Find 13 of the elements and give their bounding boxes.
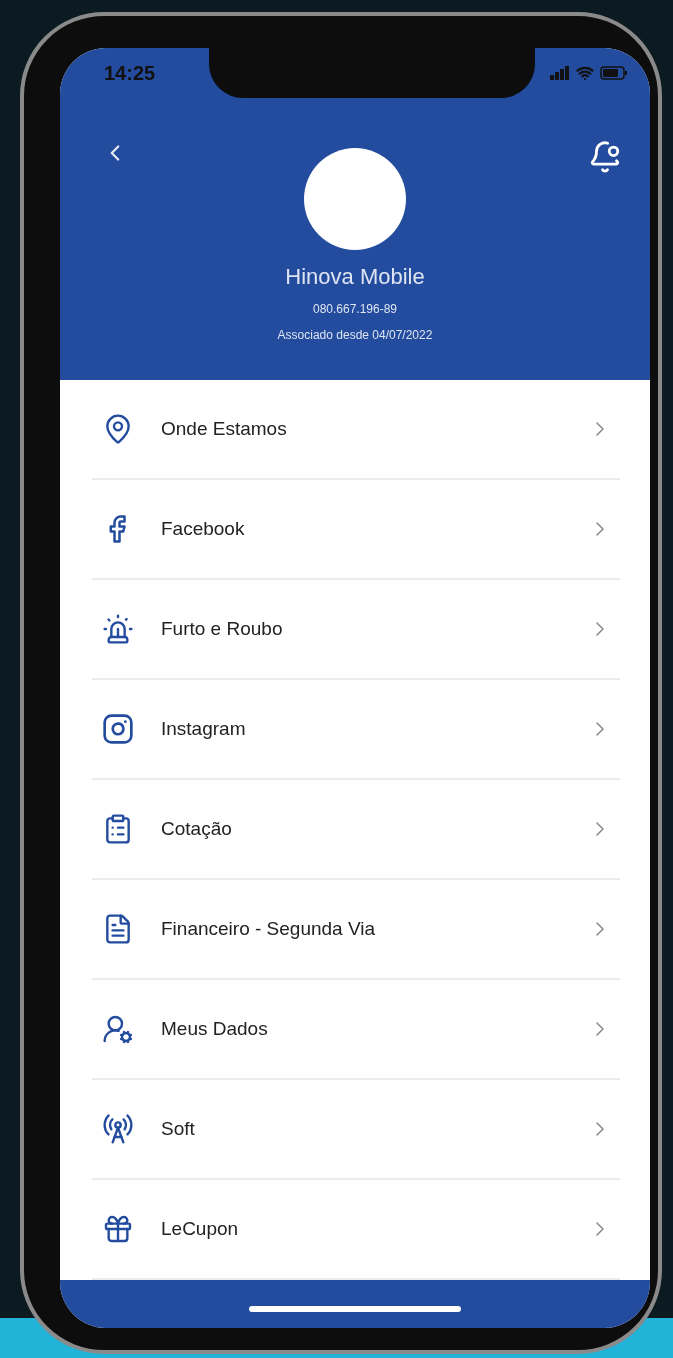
status-time: 14:25 [104,61,157,85]
battery-icon [600,66,628,80]
antenna-icon [102,1113,134,1145]
wifi-icon [576,64,594,82]
user-document: 080.667.196-89 [311,302,399,316]
user-settings-icon [102,1013,134,1045]
member-since: Associado desde 04/07/2022 [276,328,434,342]
instagram-icon [102,713,134,745]
user-name: Hinova Mobile [284,264,426,290]
signal-icon [550,66,570,80]
siren-icon [102,613,134,645]
gift-icon [102,1213,134,1245]
notification-bell-icon[interactable] [588,140,622,174]
